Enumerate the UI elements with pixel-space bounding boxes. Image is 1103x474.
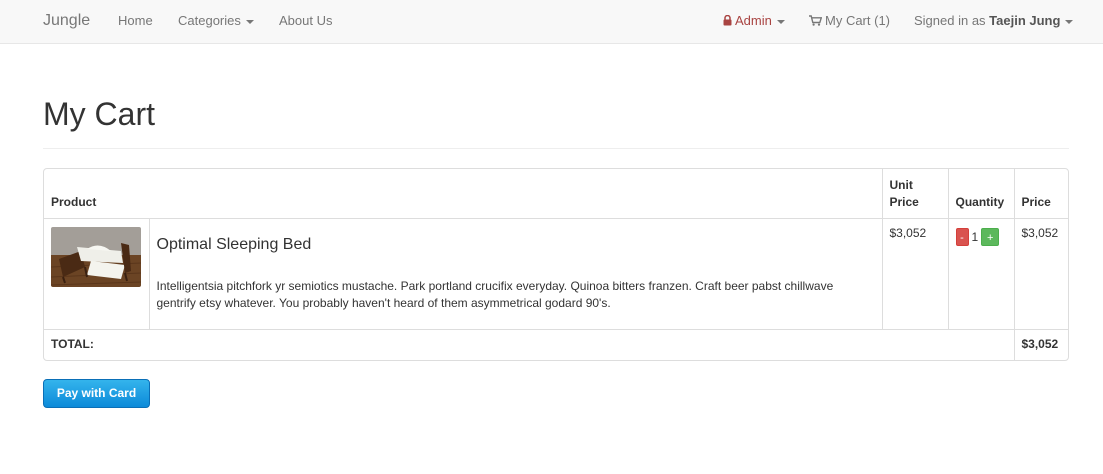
total-row: TOTAL: $3,052 bbox=[44, 328, 1068, 360]
brand-link[interactable]: Jungle bbox=[43, 0, 90, 43]
cart-table: Product Unit Price Quantity Price Optima… bbox=[44, 169, 1068, 360]
increment-quantity-button[interactable]: + bbox=[981, 227, 1000, 246]
nav-admin-label: Admin bbox=[735, 13, 772, 28]
total-label: TOTAL: bbox=[44, 328, 1015, 360]
quantity-value: 1 bbox=[971, 229, 979, 244]
signed-in-prefix: Signed in as bbox=[914, 13, 990, 28]
pay-with-card-button[interactable]: Pay with Card bbox=[43, 379, 150, 408]
chevron-down-icon bbox=[776, 19, 785, 24]
header-quantity: Quantity bbox=[947, 169, 1015, 219]
table-header-row: Product Unit Price Quantity Price bbox=[44, 169, 1068, 219]
product-name[interactable]: Optimal Sleeping Bed bbox=[157, 236, 875, 254]
nav-cart-label: My Cart (1) bbox=[825, 13, 890, 28]
chevron-down-icon bbox=[245, 19, 254, 24]
shopping-cart-icon bbox=[809, 1, 823, 43]
product-description: Intelligentsia pitchfork yr semiotics mu… bbox=[156, 278, 834, 310]
nav-about-link[interactable]: About Us bbox=[279, 0, 332, 43]
nav-admin-dropdown[interactable]: Admin bbox=[723, 0, 785, 43]
header-price: Price bbox=[1013, 169, 1068, 219]
product-thumbnail-cell bbox=[44, 217, 150, 330]
decrement-quantity-button[interactable]: - bbox=[955, 227, 969, 246]
product-info-cell: Optimal Sleeping Bed Intelligentsia pitc… bbox=[148, 217, 883, 330]
nav-user-dropdown[interactable]: Signed in as Taejin Jung bbox=[914, 0, 1074, 43]
user-name: Taejin Jung bbox=[989, 13, 1061, 28]
total-value: $3,052 bbox=[1013, 328, 1068, 360]
chevron-down-icon bbox=[1065, 19, 1074, 24]
unit-price-cell: $3,052 bbox=[881, 217, 949, 330]
nav-categories-dropdown[interactable]: Categories bbox=[178, 0, 254, 43]
nav-cart-link[interactable]: My Cart (1) bbox=[809, 0, 890, 43]
price-cell: $3,052 bbox=[1013, 217, 1068, 330]
nav-categories-label: Categories bbox=[178, 13, 241, 28]
table-row: Optimal Sleeping Bed Intelligentsia pitc… bbox=[44, 217, 1068, 330]
header-unit-price: Unit Price bbox=[881, 169, 949, 219]
nav-home-link[interactable]: Home bbox=[118, 0, 153, 43]
lock-icon bbox=[723, 1, 732, 43]
page-title: My Cart bbox=[43, 96, 155, 132]
cart-table-panel: Product Unit Price Quantity Price Optima… bbox=[43, 168, 1069, 361]
quantity-stepper: -1 + bbox=[947, 217, 1015, 330]
title-divider bbox=[43, 148, 1069, 149]
top-navbar: Jungle Home Categories About Us Admin My… bbox=[0, 0, 1103, 44]
product-thumbnail[interactable] bbox=[51, 226, 141, 287]
header-product: Product bbox=[44, 169, 883, 219]
